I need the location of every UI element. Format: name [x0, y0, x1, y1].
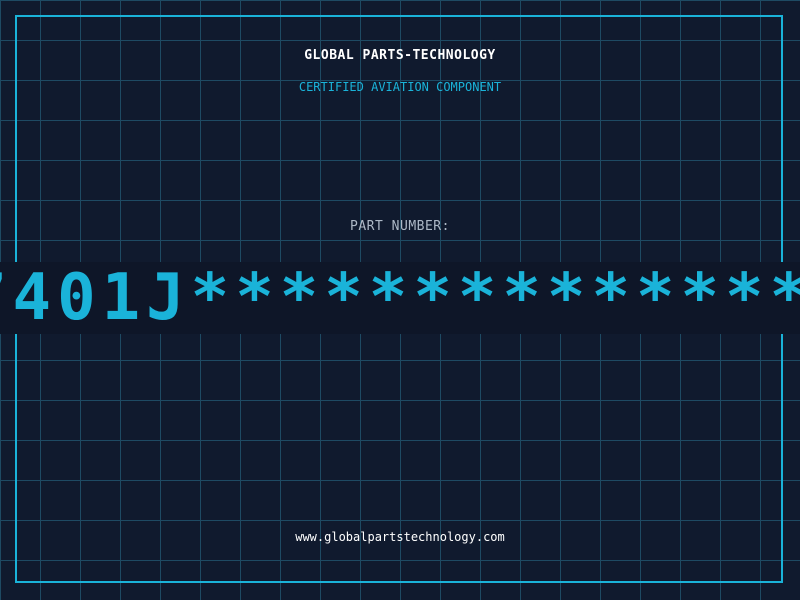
- company-name: GLOBAL PARTS-TECHNOLOGY: [304, 48, 496, 63]
- certificate-card: GLOBAL PARTS-TECHNOLOGY CERTIFIED AVIATI…: [0, 0, 800, 600]
- part-number-label: PART NUMBER:: [350, 219, 450, 234]
- website-url: www.globalpartstechnology.com: [295, 530, 505, 544]
- certification-tagline: CERTIFIED AVIATION COMPONENT: [298, 80, 502, 94]
- part-number-value: 7401J**************: [0, 262, 800, 334]
- part-number-band: 7401J**************: [0, 262, 800, 334]
